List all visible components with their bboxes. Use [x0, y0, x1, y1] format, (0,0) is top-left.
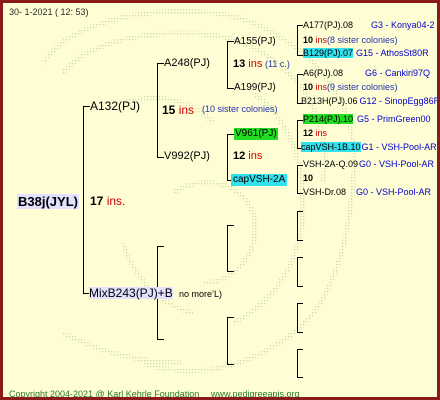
- footer-url[interactable]: www.pedigreeapis.org: [211, 390, 300, 398]
- gen4-v961-insemination: 12 ins: [303, 128, 328, 138]
- v992-bracket-line: [227, 134, 228, 180]
- sire-sister-note: (10 sister colonies): [202, 104, 278, 114]
- gen4-a199-insemination: 10 ins(9 sister colonies): [303, 82, 398, 92]
- root-bracket-line: [83, 106, 84, 293]
- v992-insemination: 12 ins: [233, 150, 263, 162]
- gen4-b213h[interactable]: B213H(PJ).06 G12 - SinopEgg86R: [301, 97, 437, 106]
- gen4-p214[interactable]: P214(PJ).10 G5 - PrimGreen00: [303, 114, 431, 124]
- gen4-b129[interactable]: B129(PJ).07 G15 - AthosSt80R: [303, 48, 429, 58]
- a199-label[interactable]: A199(PJ): [234, 83, 276, 93]
- gen4-vshdr[interactable]: VSH-Dr.08 G0 - VSH-Pool-AR: [303, 188, 431, 197]
- sire-bracket-line: [157, 63, 158, 157]
- print-date: 30- 1-2021 ( 12: 53): [9, 7, 89, 17]
- a248-insemination: 13 ins: [233, 58, 263, 70]
- gen4-a6[interactable]: A6(PJ).08 G6 - Cankiri97Q: [303, 69, 430, 78]
- root-queen-label[interactable]: B38j(JYL): [17, 194, 79, 209]
- pedigree-frame: 30- 1-2021 ( 12: 53) B38j(JYL) 17 ins. A…: [0, 0, 440, 400]
- gen4-vsh2aq[interactable]: VSH-2A-Q.09G0 - VSH-Pool-AR: [303, 160, 434, 169]
- sire-label[interactable]: A132(PJ): [90, 100, 140, 112]
- a248-bracket-line: [227, 41, 228, 88]
- gen4-a177[interactable]: A177(PJ).08 G3 - Konya04-2: [303, 21, 435, 30]
- a155-label[interactable]: A155(PJ): [234, 37, 276, 47]
- gen4-vsh2a-insemination: 10: [303, 173, 314, 183]
- dam-note: no more’L): [179, 289, 223, 299]
- v992-label[interactable]: V992(PJ): [164, 151, 210, 162]
- dam-label[interactable]: MixB243(PJ)+B: [89, 287, 173, 299]
- line-sire: [83, 106, 90, 107]
- gen4-capvsh1b[interactable]: capVSH-1B.10G1 - VSH-Pool-AR: [301, 142, 437, 152]
- a248-note: (11 c.): [265, 59, 290, 69]
- a248-label[interactable]: A248(PJ): [164, 58, 210, 69]
- v961-label[interactable]: V961(PJ): [234, 128, 278, 140]
- footer-copyright: Copyright 2004-2021 @ Karl Kehrle Founda…: [9, 389, 200, 399]
- gen4-a155-insemination: 10 ins(8 sister colonies): [303, 35, 398, 45]
- sire-insemination: 15 ins: [162, 103, 195, 117]
- root-insemination: 17 ins.: [90, 194, 126, 208]
- vsh2a-label[interactable]: capVSH-2A: [231, 174, 288, 186]
